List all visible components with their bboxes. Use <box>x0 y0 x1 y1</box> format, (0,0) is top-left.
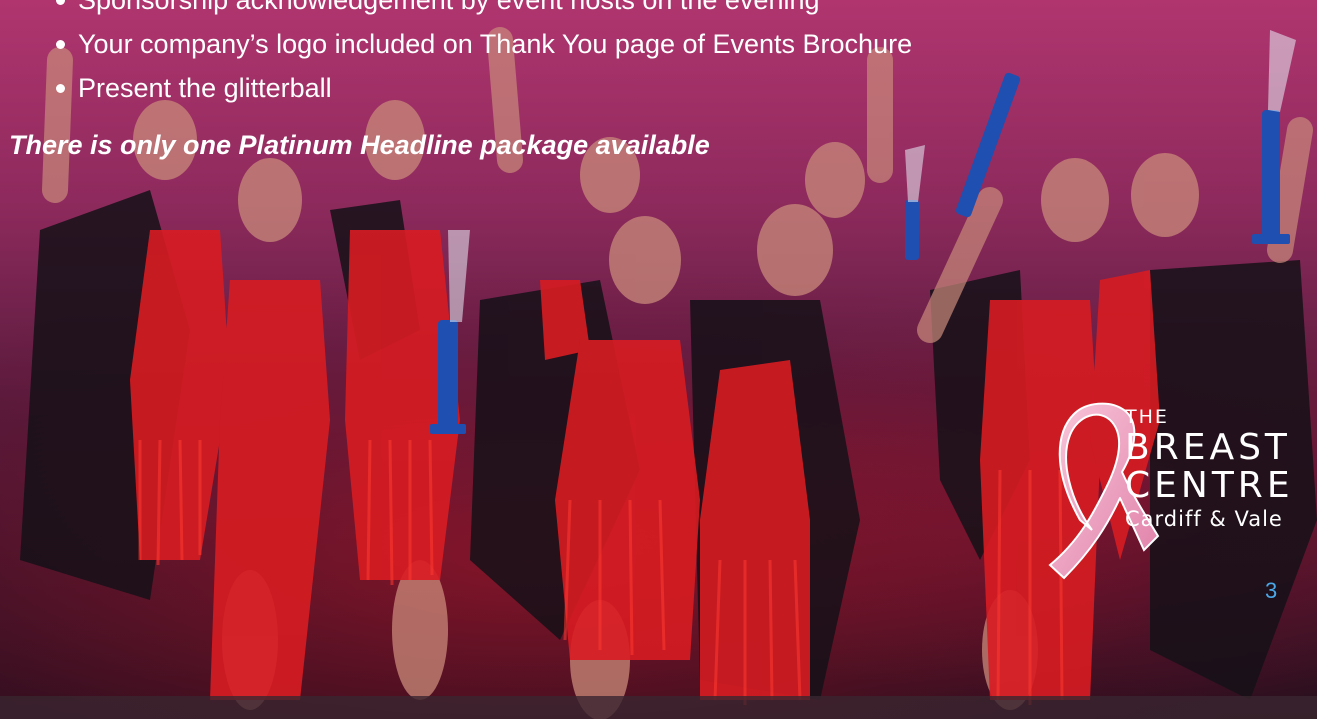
logo-line-centre: CENTRE <box>1125 465 1294 506</box>
list-item: Sponsorship acknowledgement by event hos… <box>52 0 912 22</box>
list-item: Your company’s logo included on Thank Yo… <box>52 22 912 66</box>
benefits-list: Sponsorship acknowledgement by event hos… <box>52 0 912 110</box>
logo-line-breast: BREAST <box>1125 427 1291 468</box>
list-item: Present the glitterball <box>52 66 912 110</box>
logo-line-location: Cardiff & Vale <box>1125 507 1283 531</box>
page-number: 3 <box>1265 578 1278 603</box>
slide: Sponsorship acknowledgement by event hos… <box>0 0 1317 719</box>
logo-line-the: THE <box>1125 406 1169 428</box>
breast-centre-logo: THE BREAST CENTRE Cardiff & Vale <box>1125 405 1294 533</box>
availability-note: There is only one Platinum Headline pack… <box>9 130 710 160</box>
